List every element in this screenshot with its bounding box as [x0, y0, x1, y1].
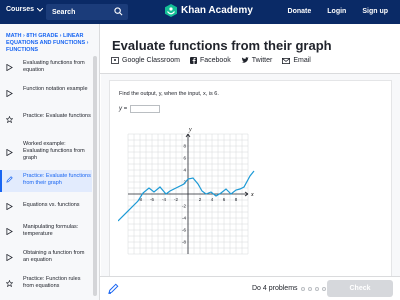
donate-link[interactable]: Donate — [288, 8, 312, 15]
play-icon — [6, 149, 13, 156]
play-icon — [6, 203, 13, 210]
facebook-icon — [189, 57, 197, 64]
sidebar-item-label: Manipulating formulas: temperature — [23, 224, 79, 237]
sidebar-item[interactable]: Equations vs. functions — [0, 200, 92, 214]
search-icon[interactable] — [114, 7, 123, 16]
x-tick-label: 6 — [223, 197, 226, 202]
answer-input[interactable] — [130, 105, 161, 113]
bottom-bar: Do 4 problems Check — [100, 276, 400, 300]
scratchpad-pencil-icon[interactable] — [108, 283, 119, 294]
login-link[interactable]: Login — [327, 8, 346, 15]
sidebar-item-label: Worked example: Evaluating functions fro… — [23, 141, 85, 161]
twitter-icon — [241, 57, 249, 63]
twitter-label: Twitter — [251, 57, 273, 64]
exercise-area: Find the output, y, when the input, x, i… — [101, 74, 400, 280]
star-icon — [6, 116, 13, 123]
google-classroom-share[interactable]: Google Classroom — [111, 57, 180, 64]
sidebar-item[interactable]: Manipulating formulas: temperature — [0, 222, 92, 242]
progress-dot — [321, 286, 326, 291]
pencil-icon — [6, 176, 13, 183]
x-tick-label: -6 — [150, 197, 154, 202]
y-tick-label: -4 — [182, 216, 186, 221]
play-icon — [6, 90, 13, 97]
email-share[interactable]: Email — [282, 57, 311, 64]
star-icon — [6, 280, 13, 287]
email-label: Email — [293, 57, 311, 64]
sidebar-item-label: Function notation example — [23, 86, 88, 92]
courses-menu[interactable]: Courses — [6, 6, 44, 13]
progress-dot — [300, 286, 305, 291]
search-placeholder: Search — [52, 8, 76, 16]
x-tick-label: 2 — [199, 197, 202, 202]
top-navigation-bar: Courses Search Khan Academy Donate Login… — [0, 0, 400, 24]
signup-link[interactable]: Sign up — [362, 8, 388, 15]
y-axis-label: y — [188, 127, 192, 133]
facebook-label: Facebook — [199, 57, 231, 64]
x-tick-label: -4 — [162, 197, 166, 202]
sidebar: MATH › 8TH GRADE › LINEAR EQUATIONS AND … — [0, 24, 100, 300]
google-classroom-icon — [111, 57, 119, 64]
search-input[interactable]: Search — [46, 4, 128, 20]
brand-name: Khan Academy — [181, 5, 253, 16]
answer-row: y = — [119, 105, 161, 113]
active-indicator — [0, 170, 2, 192]
facebook-share[interactable]: Facebook — [189, 57, 231, 64]
y-tick-label: -6 — [182, 228, 186, 233]
khan-academy-logo[interactable]: Khan Academy — [165, 4, 253, 17]
google-classroom-label: Google Classroom — [122, 57, 180, 64]
share-bar: Google Classroom Facebook Twitter Email — [111, 57, 311, 64]
function-curve — [118, 170, 255, 222]
exercise-card: Find the output, y, when the input, x, i… — [109, 80, 392, 280]
function-graph: x y -8 -6 -4 -2 2 4 6 88642-2-4-6-8 — [118, 127, 255, 255]
sidebar-item-label: Equations vs. functions — [23, 202, 80, 208]
x-tick-label: -2 — [174, 197, 178, 202]
twitter-share[interactable]: Twitter — [241, 57, 273, 64]
page-title: Evaluate functions from their graph — [112, 38, 332, 53]
sidebar-item-label: Practice: Evaluate functions from their … — [23, 173, 91, 186]
sidebar-item[interactable]: Function notation example — [0, 84, 92, 104]
sidebar-item-label: Practice: Evaluate functions — [23, 113, 91, 119]
progress-dot — [307, 286, 312, 291]
progress-indicator: Do 4 problems — [252, 285, 326, 292]
play-icon — [6, 228, 13, 235]
sidebar-scrollbar[interactable] — [93, 56, 97, 296]
sidebar-item[interactable]: Evaluating functions from equation — [0, 58, 92, 78]
sidebar-item-label: Obtaining a function from an equation — [23, 250, 85, 263]
y-tick-label: -8 — [182, 240, 186, 245]
sidebar-item-label: Evaluating functions from equation — [23, 60, 85, 73]
sidebar-item-active[interactable]: Practice: Evaluate functions from their … — [0, 170, 92, 192]
email-icon — [282, 57, 291, 64]
sidebar-item[interactable]: Obtaining a function from an equation — [0, 248, 92, 268]
khan-leaf-icon — [165, 4, 177, 17]
question-text: Find the output, y, when the input, x, i… — [119, 91, 219, 97]
answer-label: y = — [119, 106, 128, 112]
x-axis-label: x — [250, 192, 254, 198]
sidebar-item-label: Practice: Function rules from equations — [23, 276, 81, 289]
x-tick-label: 8 — [235, 197, 238, 202]
x-tick-label: 4 — [211, 197, 214, 202]
play-icon — [6, 254, 13, 261]
chevron-down-icon — [37, 7, 44, 12]
y-tick-label: -2 — [182, 204, 186, 209]
progress-dot — [314, 286, 319, 291]
courses-label: Courses — [6, 6, 35, 13]
check-button[interactable]: Check — [327, 280, 393, 297]
sidebar-item[interactable]: Practice: Function rules from equations — [0, 274, 92, 294]
sidebar-item[interactable]: Practice: Evaluate functions — [0, 110, 92, 132]
breadcrumb[interactable]: MATH › 8TH GRADE › LINEAR EQUATIONS AND … — [6, 33, 90, 54]
progress-text: Do 4 problems — [252, 285, 298, 292]
play-icon — [6, 64, 13, 71]
sidebar-item[interactable]: Worked example: Evaluating functions fro… — [0, 138, 92, 168]
